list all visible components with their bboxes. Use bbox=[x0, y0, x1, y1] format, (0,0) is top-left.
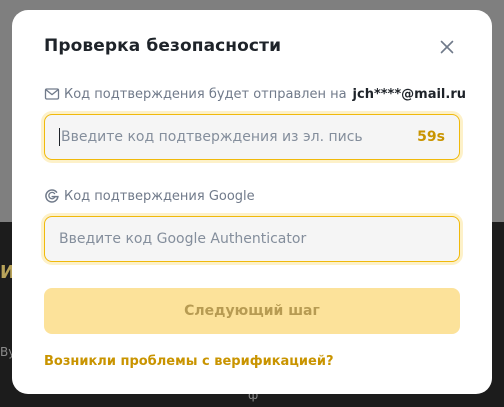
modal-title: Проверка безопасности bbox=[44, 36, 282, 56]
email-code-input[interactable] bbox=[61, 129, 410, 145]
envelope-icon bbox=[44, 86, 60, 102]
email-code-input-box[interactable]: 59s bbox=[44, 114, 460, 160]
close-button[interactable] bbox=[436, 36, 458, 58]
resend-timer: 59s bbox=[417, 129, 445, 145]
email-code-label: Код подтверждения будет отправлен на jch… bbox=[44, 86, 466, 102]
google-code-input-box[interactable] bbox=[44, 216, 460, 262]
security-verification-modal: Проверка безопасности Код подтверждения … bbox=[12, 10, 492, 394]
google-code-label: Код подтверждения Google bbox=[44, 188, 255, 204]
masked-email: jch****@mail.ru bbox=[352, 86, 466, 102]
close-icon bbox=[440, 40, 454, 54]
text-caret bbox=[59, 128, 60, 146]
google-icon bbox=[44, 188, 60, 204]
verification-help-link[interactable]: Возникли проблемы с верификацией? bbox=[44, 354, 334, 369]
next-step-button[interactable]: Следующий шаг bbox=[44, 288, 460, 334]
google-code-label-text: Код подтверждения Google bbox=[64, 188, 255, 204]
email-code-label-text: Код подтверждения будет отправлен на bbox=[64, 86, 347, 102]
google-code-input[interactable] bbox=[59, 231, 445, 247]
